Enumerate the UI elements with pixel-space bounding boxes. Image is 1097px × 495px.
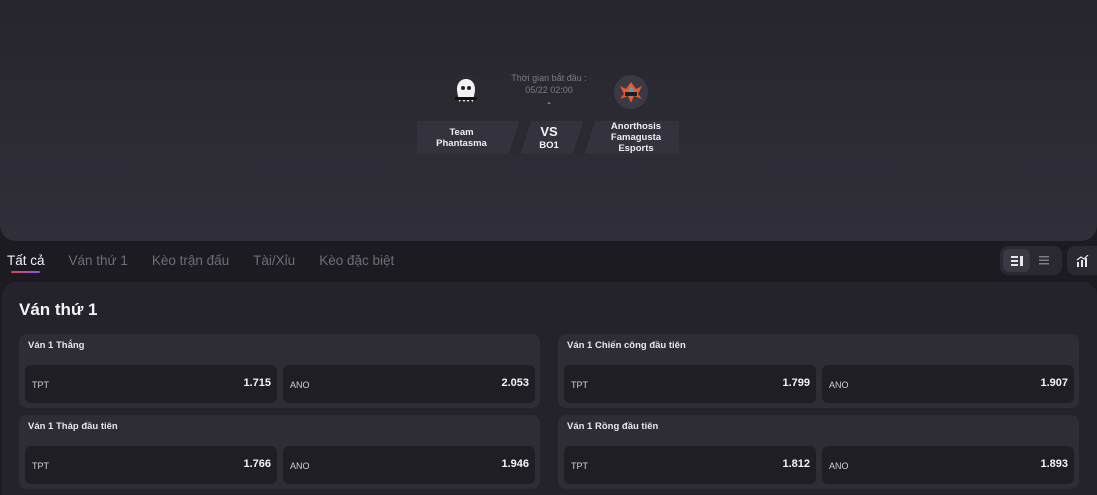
odd-value: 1.893 <box>1040 458 1068 470</box>
odd-button[interactable]: ANO 1.946 <box>283 446 535 484</box>
odd-value: 1.766 <box>243 458 271 470</box>
odd-value: 1.799 <box>782 377 810 389</box>
tab-special-bets[interactable]: Kèo đặc biệt <box>319 247 394 277</box>
odd-button[interactable]: TPT 1.799 <box>564 365 816 403</box>
start-time-label: Thời gian bắt đầu : <box>511 73 587 83</box>
match-header: Thời gian bắt đầu : 05/22 02:00 - Team P… <box>0 0 1097 241</box>
market-card: Ván 1 Thắng TPT 1.715 ANO 2.053 <box>19 334 540 408</box>
odd-value: 1.946 <box>501 458 529 470</box>
team-home-name: Team Phantasma <box>436 127 487 149</box>
card-view-button[interactable] <box>1003 249 1030 272</box>
odd-label: TPT <box>32 461 49 471</box>
odd-label: TPT <box>571 461 588 471</box>
odd-label: TPT <box>32 380 49 390</box>
odd-label: TPT <box>571 380 588 390</box>
market-title: Ván 1 Thắng <box>28 340 85 351</box>
market-title: Ván 1 Chiến công đầu tiên <box>567 340 686 351</box>
market-title: Ván 1 Rồng đầu tiên <box>567 421 659 432</box>
odd-label: ANO <box>290 461 310 471</box>
odd-label: ANO <box>290 380 310 390</box>
tab-game-1[interactable]: Ván thứ 1 <box>69 247 128 277</box>
tab-over-under[interactable]: Tài/Xỉu <box>253 247 295 277</box>
odd-label: ANO <box>829 380 849 390</box>
tab-match-bets[interactable]: Kèo trận đấu <box>152 247 229 277</box>
match-format: BO1 <box>539 140 559 151</box>
list-view-button[interactable] <box>1030 249 1057 272</box>
market-title: Ván 1 Tháp đầu tiên <box>28 421 118 432</box>
odd-button[interactable]: TPT 1.766 <box>25 446 277 484</box>
section-title: Ván thứ 1 <box>19 300 98 319</box>
odd-button[interactable]: ANO 1.893 <box>822 446 1074 484</box>
market-card: Ván 1 Chiến công đầu tiên TPT 1.799 ANO … <box>558 334 1079 408</box>
team-away-name: Anorthosis Famagusta Esports <box>610 121 662 154</box>
market-card: Ván 1 Tháp đầu tiên TPT 1.766 ANO 1.946 <box>19 415 540 489</box>
odd-value: 1.715 <box>243 377 271 389</box>
odd-label: ANO <box>829 461 849 471</box>
odd-button[interactable]: ANO 1.907 <box>822 365 1074 403</box>
odd-value: 2.053 <box>501 377 529 389</box>
anorthosis-logo-icon <box>614 75 648 109</box>
chart-stats-icon <box>1076 254 1088 267</box>
odd-value: 1.907 <box>1040 377 1068 389</box>
match-score: - <box>547 98 551 109</box>
odd-button[interactable]: TPT 1.812 <box>564 446 816 484</box>
odd-value: 1.812 <box>782 458 810 470</box>
list-view-icon <box>1038 256 1049 265</box>
stats-button[interactable] <box>1067 246 1097 275</box>
market-card: Ván 1 Rồng đầu tiên TPT 1.812 ANO 1.893 <box>558 415 1079 489</box>
vs-label: VS <box>540 124 558 139</box>
view-toggle <box>1000 246 1062 275</box>
tab-all[interactable]: Tất cả <box>7 247 45 277</box>
start-time-value: 05/22 02:00 <box>525 85 573 95</box>
market-tabs: Tất cả Ván thứ 1 Kèo trận đấu Tài/Xỉu Kè… <box>0 247 411 277</box>
odd-button[interactable]: TPT 1.715 <box>25 365 277 403</box>
odd-button[interactable]: ANO 2.053 <box>283 365 535 403</box>
card-view-icon <box>1010 255 1023 266</box>
team-phantasma-logo-icon <box>449 74 483 108</box>
